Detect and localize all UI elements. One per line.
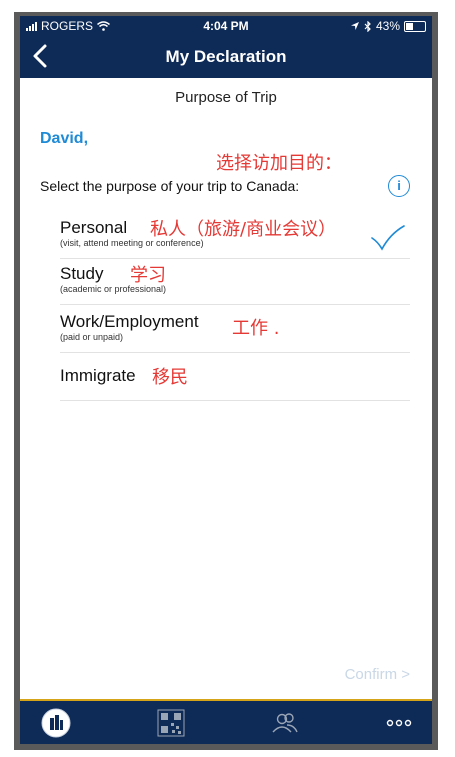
location-arrow-icon (350, 22, 359, 30)
option-label: Personal (60, 218, 128, 237)
option-label: Study (60, 264, 104, 283)
home-icon[interactable] (40, 707, 72, 739)
people-icon[interactable] (270, 707, 300, 739)
qr-code-icon[interactable] (156, 707, 186, 739)
more-icon[interactable] (386, 707, 412, 739)
option-study[interactable]: Study (academic or professional) 学习 (60, 264, 410, 305)
option-personal[interactable]: Personal (visit, attend meeting or confe… (60, 218, 410, 259)
page-title: My Declaration (165, 47, 287, 66)
tab-bar (20, 699, 432, 744)
option-chinese-note: 私人（旅游/商业会议） (150, 219, 337, 240)
info-icon[interactable]: i (388, 175, 410, 197)
option-label: Work/Employment (60, 312, 199, 331)
status-right: 43% (350, 19, 426, 33)
phone-screen: ROGERS 4:04 PM 43% My Declaration Purpos… (20, 16, 432, 744)
option-immigrate[interactable]: Immigrate 移民 (60, 366, 410, 401)
option-chinese-note: 移民 (152, 367, 188, 388)
option-chinese-note: 工作 . (232, 318, 280, 339)
section-subtitle: Purpose of Trip (175, 89, 277, 106)
greeting-name: David, (40, 130, 89, 147)
checkmark-icon (371, 225, 405, 251)
purpose-prompt: Select the purpose of your trip to Canad… (40, 178, 300, 194)
bluetooth-icon (364, 20, 371, 32)
chinese-annotation-heading: 选择访加目的： (216, 153, 342, 174)
battery-percent: 43% (375, 19, 400, 33)
battery-icon (404, 20, 426, 32)
navigation-bar: My Declaration (20, 35, 432, 78)
confirm-button[interactable]: Confirm > (345, 666, 410, 683)
option-chinese-note: 学习 (130, 265, 166, 286)
option-description: (paid or unpaid) (60, 332, 124, 342)
option-work-employment[interactable]: Work/Employment (paid or unpaid) 工作 . (60, 312, 410, 353)
status-bar: ROGERS 4:04 PM 43% (20, 16, 432, 35)
option-label: Immigrate (60, 366, 136, 385)
